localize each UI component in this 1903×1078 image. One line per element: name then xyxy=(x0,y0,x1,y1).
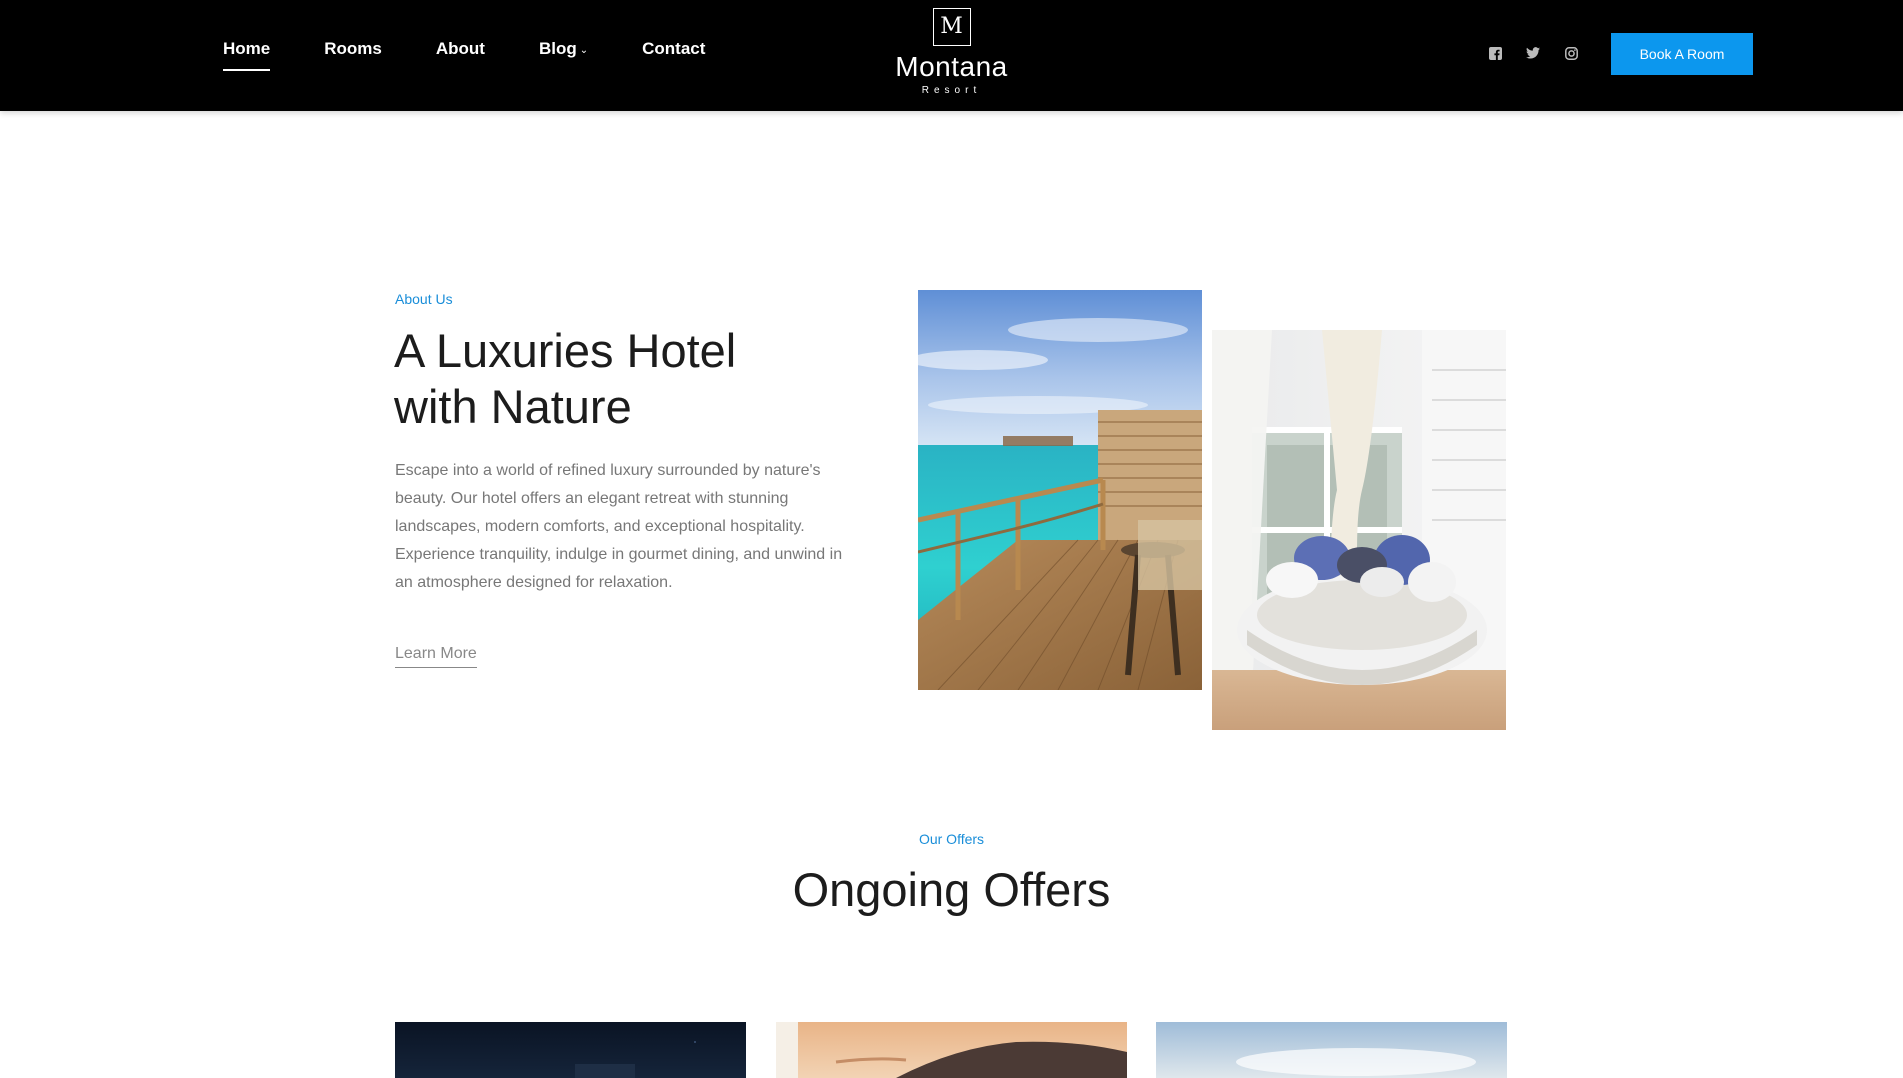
logo-mark: M xyxy=(932,8,971,46)
logo-subtitle: Resort xyxy=(921,85,982,96)
offer-card-image[interactable] xyxy=(1156,1022,1507,1078)
about-eyebrow: About Us xyxy=(395,291,453,307)
interior-sofa-photo xyxy=(1212,330,1506,730)
offer-card-image[interactable] xyxy=(776,1022,1127,1078)
about-title-line-1: A Luxuries Hotel xyxy=(394,324,737,377)
about-title-line-2: with Nature xyxy=(394,380,632,433)
offers-title: Ongoing Offers xyxy=(792,863,1111,916)
social-links xyxy=(1476,44,1590,62)
facebook-icon[interactable] xyxy=(1476,44,1514,62)
about-title: A Luxuries Hotel with Nature xyxy=(394,323,854,435)
site-header: Home Rooms About Blog ⌄ Contact M Montana… xyxy=(0,0,1903,111)
about-paragraph: Escape into a world of refined luxury su… xyxy=(395,462,843,591)
instagram-icon[interactable] xyxy=(1552,44,1590,62)
offer-card-image[interactable] xyxy=(395,1022,746,1078)
offers-eyebrow: Our Offers xyxy=(918,831,985,847)
twitter-icon[interactable] xyxy=(1514,44,1552,62)
ocean-deck-photo xyxy=(918,290,1202,690)
book-a-room-button[interactable]: Book A Room xyxy=(1611,33,1753,75)
learn-more-link[interactable]: Learn More xyxy=(395,645,477,668)
